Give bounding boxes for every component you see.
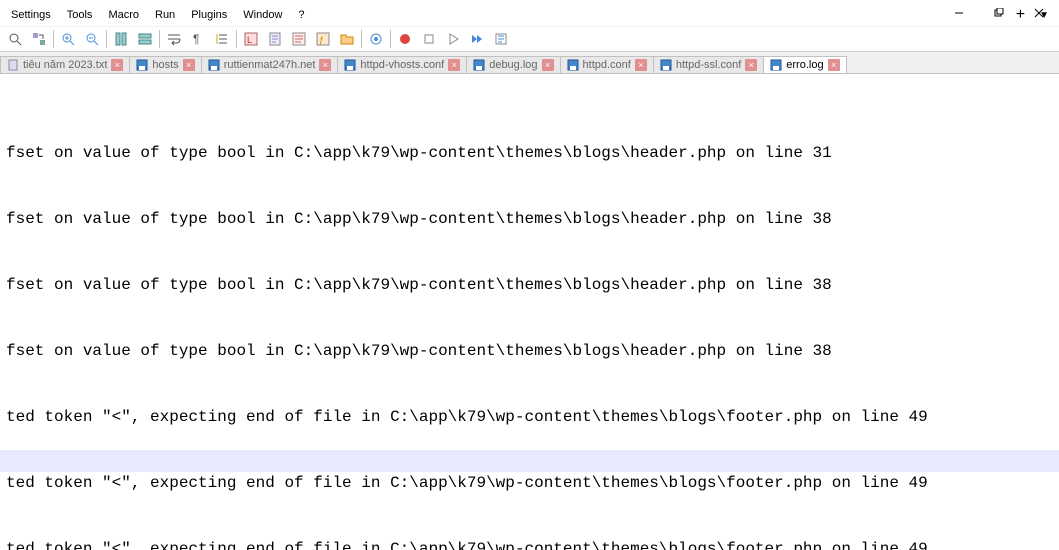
tab-erro-log[interactable]: erro.log × xyxy=(763,56,846,73)
tab-label: hosts xyxy=(152,59,178,71)
menu-settings[interactable]: Settings xyxy=(4,6,58,24)
zoom-out-icon[interactable] xyxy=(81,28,103,50)
file-saved-icon xyxy=(567,59,579,71)
editor-line: fset on value of type bool in C:\app\k79… xyxy=(6,274,1059,296)
editor-line: fset on value of type bool in C:\app\k79… xyxy=(6,208,1059,230)
file-saved-icon xyxy=(660,59,672,71)
file-saved-icon xyxy=(208,59,220,71)
tab-hosts[interactable]: hosts × xyxy=(129,56,201,73)
menu-run[interactable]: Run xyxy=(148,6,182,24)
indent-guide-icon[interactable] xyxy=(211,28,233,50)
tab-close-icon[interactable]: × xyxy=(183,59,195,71)
tab-bar: tiêu năm 2023.txt × hosts × ruttienmat24… xyxy=(0,52,1059,74)
tab-close-icon[interactable]: × xyxy=(111,59,123,71)
editor-line: fset on value of type bool in C:\app\k79… xyxy=(6,142,1059,164)
show-all-chars-icon[interactable]: ¶ xyxy=(187,28,209,50)
folder-icon[interactable] xyxy=(336,28,358,50)
sync-scroll-h-icon[interactable] xyxy=(134,28,156,50)
file-icon xyxy=(7,59,19,71)
doc-map-icon[interactable] xyxy=(264,28,286,50)
wrap-icon[interactable] xyxy=(163,28,185,50)
window-close-button[interactable] xyxy=(1019,0,1059,26)
tab-label: tiêu năm 2023.txt xyxy=(23,59,107,71)
tab-close-icon[interactable]: × xyxy=(828,59,840,71)
tab-close-icon[interactable]: × xyxy=(745,59,757,71)
save-macro-icon[interactable] xyxy=(490,28,512,50)
find-icon[interactable] xyxy=(4,28,26,50)
menu-tools[interactable]: Tools xyxy=(60,6,100,24)
tab-close-icon[interactable]: × xyxy=(542,59,554,71)
tab-ruttienmat[interactable]: ruttienmat247h.net × xyxy=(201,56,339,73)
svg-text:L: L xyxy=(247,35,252,45)
lang-icon[interactable]: L xyxy=(240,28,262,50)
menubar: Settings Tools Macro Run Plugins Window … xyxy=(0,0,1059,26)
window-minimize-button[interactable] xyxy=(939,0,979,26)
window-maximize-button[interactable] xyxy=(979,0,1019,26)
replace-icon[interactable] xyxy=(28,28,50,50)
editor-line: ted token "<", expecting end of file in … xyxy=(6,472,1059,494)
svg-text:ƒ: ƒ xyxy=(319,35,324,45)
editor-line: ted token "<", expecting end of file in … xyxy=(6,406,1059,428)
tab-close-icon[interactable]: × xyxy=(448,59,460,71)
file-saved-icon xyxy=(770,59,782,71)
menu-window[interactable]: Window xyxy=(236,6,289,24)
tab-httpd-ssl[interactable]: httpd-ssl.conf × xyxy=(653,56,764,73)
menu-help[interactable]: ? xyxy=(291,6,311,24)
file-saved-icon xyxy=(344,59,356,71)
file-saved-icon xyxy=(473,59,485,71)
editor-content[interactable]: fset on value of type bool in C:\app\k79… xyxy=(0,74,1059,550)
svg-text:¶: ¶ xyxy=(193,32,199,46)
menu-macro[interactable]: Macro xyxy=(101,6,146,24)
tab-httpd-vhosts[interactable]: httpd-vhosts.conf × xyxy=(337,56,467,73)
play-macro-icon[interactable] xyxy=(442,28,464,50)
record-macro-icon[interactable] xyxy=(394,28,416,50)
tab-label: ruttienmat247h.net xyxy=(224,59,316,71)
tab-close-icon[interactable]: × xyxy=(319,59,331,71)
doc-list-icon[interactable] xyxy=(288,28,310,50)
tab-label: erro.log xyxy=(786,59,823,71)
tab-httpd-conf[interactable]: httpd.conf × xyxy=(560,56,654,73)
tab-label: debug.log xyxy=(489,59,537,71)
monitor-icon[interactable] xyxy=(365,28,387,50)
fast-forward-icon[interactable] xyxy=(466,28,488,50)
current-line-highlight xyxy=(0,450,1059,472)
tab-close-icon[interactable]: × xyxy=(635,59,647,71)
toolbar: ¶ L ƒ xyxy=(0,26,1059,52)
menu-plugins[interactable]: Plugins xyxy=(184,6,234,24)
tab-label: httpd-vhosts.conf xyxy=(360,59,444,71)
editor-line: fset on value of type bool in C:\app\k79… xyxy=(6,340,1059,362)
window-controls xyxy=(939,0,1059,26)
sync-scroll-v-icon[interactable] xyxy=(110,28,132,50)
stop-macro-icon[interactable] xyxy=(418,28,440,50)
tab-label: httpd.conf xyxy=(583,59,631,71)
tab-label: httpd-ssl.conf xyxy=(676,59,741,71)
func-list-icon[interactable]: ƒ xyxy=(312,28,334,50)
zoom-in-icon[interactable] xyxy=(57,28,79,50)
tab-debug-log[interactable]: debug.log × xyxy=(466,56,560,73)
editor-line: ted token "<", expecting end of file in … xyxy=(6,538,1059,550)
file-saved-icon xyxy=(136,59,148,71)
tab-tieu-nam-2023[interactable]: tiêu năm 2023.txt × xyxy=(0,56,130,73)
